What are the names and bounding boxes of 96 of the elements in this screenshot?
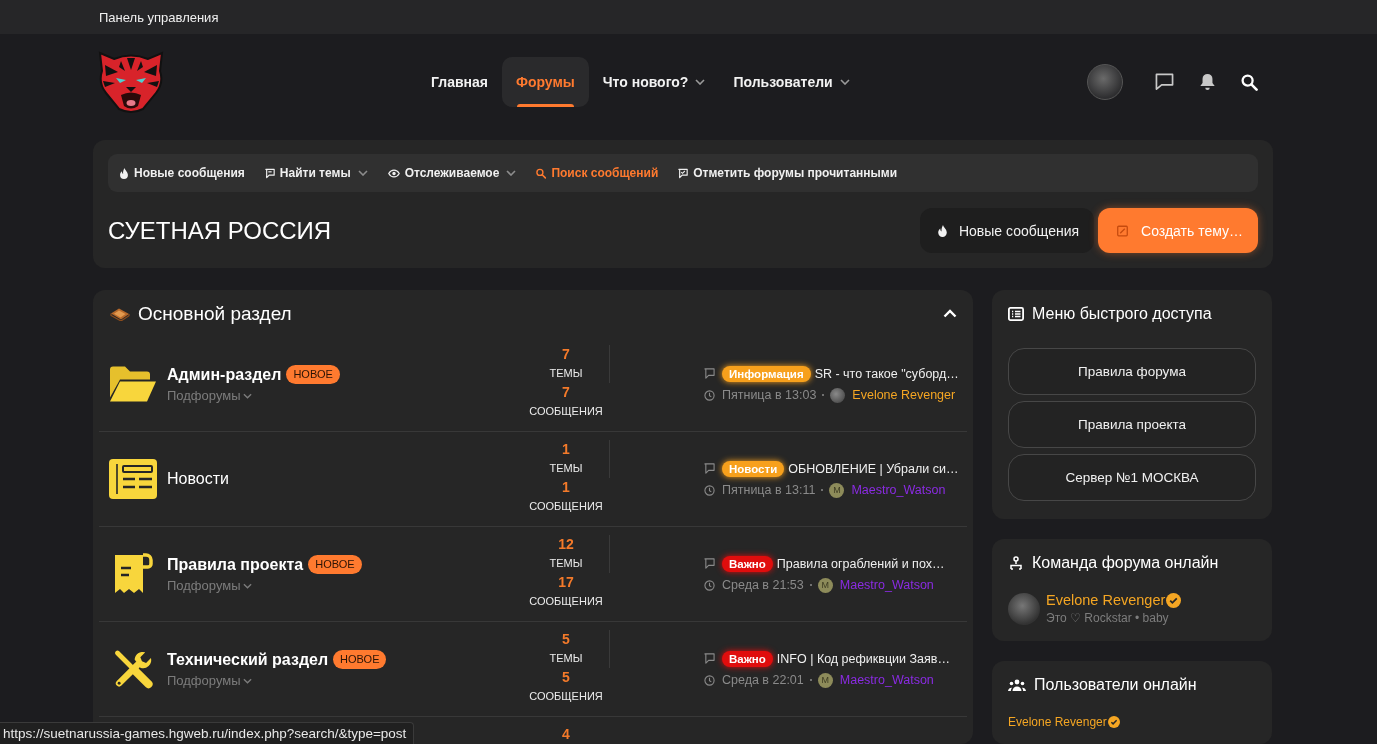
messages-label: СООБЩЕНИЯ bbox=[529, 499, 603, 514]
quick-link-button[interactable]: Сервер №1 МОСКВА bbox=[1008, 454, 1256, 501]
messages-label: СООБЩЕНИЯ bbox=[529, 404, 603, 419]
speech-bubble-icon bbox=[704, 463, 715, 474]
author-link[interactable]: Evelone Revenger bbox=[852, 388, 956, 402]
nav-tab[interactable]: Что нового? bbox=[588, 57, 720, 107]
thread-title-link[interactable]: ОБНОВЛЕНИЕ | Убрали си… bbox=[788, 461, 959, 476]
avatar-photo[interactable] bbox=[1087, 64, 1123, 100]
messages-count: 5 bbox=[562, 668, 570, 687]
clock-icon bbox=[704, 674, 715, 686]
category-title: Основной раздел bbox=[138, 302, 292, 325]
member-name-link[interactable]: Evelone Revenger bbox=[1046, 592, 1166, 608]
chevron-up-icon[interactable] bbox=[943, 309, 957, 318]
caret-icon bbox=[242, 392, 252, 399]
bell-icon[interactable] bbox=[1198, 73, 1217, 91]
status-bar-url: https://suetnarussia-games.hgweb.ru/index.php?search/&type=post bbox=[0, 722, 415, 744]
new-badge: НОВОЕ bbox=[308, 555, 362, 574]
post-date: Среда в 21:53 bbox=[722, 578, 804, 592]
edit-icon bbox=[1117, 224, 1129, 237]
card-title: Пользователи онлайн bbox=[1034, 675, 1197, 694]
avatar-photo[interactable] bbox=[830, 387, 846, 403]
card-title: Команда форума онлайн bbox=[1032, 553, 1219, 572]
toolbar-link[interactable]: Отслеживаемое bbox=[387, 166, 517, 180]
clock-icon bbox=[704, 389, 715, 401]
messages-label: СООБЩЕНИЯ bbox=[529, 689, 603, 704]
messages-count: 17 bbox=[558, 573, 574, 592]
topics-count: 12 bbox=[558, 535, 574, 554]
speech-bubble-icon bbox=[704, 368, 715, 379]
speech-bubble-icon bbox=[264, 167, 275, 179]
subforums-dropdown[interactable]: Подфорумы bbox=[167, 673, 252, 688]
speech-bubble-icon bbox=[704, 558, 715, 569]
messages-count: 7 bbox=[562, 383, 570, 402]
thread-prefix-label: Новости bbox=[722, 460, 785, 477]
new-badge: НОВОЕ bbox=[286, 365, 340, 384]
toolbar-link[interactable]: Отметить форумы прочитанными bbox=[678, 166, 898, 180]
messages-label: СООБЩЕНИЯ bbox=[529, 594, 603, 609]
search-icon[interactable] bbox=[1241, 73, 1258, 91]
topics-count: 5 bbox=[562, 630, 570, 649]
nav-tab[interactable]: Форумы bbox=[501, 57, 589, 107]
thread-title-link[interactable]: Правила ограблений и пох… bbox=[776, 556, 945, 571]
forum-title-link[interactable]: Правила проекта bbox=[167, 555, 304, 574]
clock-icon bbox=[704, 484, 715, 496]
newspaper-icon bbox=[108, 459, 157, 499]
thread-title-link[interactable]: INFO | Код рефиквции Заяв… bbox=[776, 651, 950, 666]
member-name-link[interactable]: Evelone Revenger bbox=[1008, 715, 1107, 729]
topics-count: 7 bbox=[562, 345, 570, 364]
subforums-dropdown[interactable]: Подфорумы bbox=[167, 388, 252, 403]
folder-icon bbox=[108, 364, 157, 404]
eye-icon bbox=[387, 168, 400, 178]
thread-prefix-label: Информация bbox=[722, 365, 811, 382]
topics-count: 1 bbox=[562, 440, 570, 459]
nav-tab[interactable]: Пользователи bbox=[719, 57, 864, 107]
toolbar-link[interactable]: Поиск сообщений bbox=[536, 166, 659, 180]
card-title: Меню быстрого доступа bbox=[1032, 304, 1212, 323]
topics-label: ТЕМЫ bbox=[549, 651, 583, 666]
thread-prefix-label: Важно bbox=[722, 555, 773, 572]
sitemap-icon bbox=[1008, 555, 1024, 570]
flame-icon bbox=[119, 167, 129, 179]
topics-label: ТЕМЫ bbox=[549, 461, 583, 476]
forum-title-link[interactable]: Новости bbox=[167, 470, 229, 488]
speech-bubble-icon bbox=[704, 653, 715, 664]
control-panel-link[interactable]: Панель управления bbox=[99, 10, 219, 25]
toolbar-link[interactable]: Новые сообщения bbox=[119, 166, 245, 180]
messages-count: 1 bbox=[562, 478, 570, 497]
thread-prefix-label: Важно bbox=[722, 650, 773, 667]
tiger-logo[interactable] bbox=[97, 49, 165, 115]
subforums-dropdown[interactable]: Подфорумы bbox=[167, 578, 252, 593]
post-date: Среда в 22:01 bbox=[722, 673, 804, 687]
thread-title-link[interactable]: SR - что такое "суборд… bbox=[814, 366, 959, 381]
list-icon bbox=[1008, 306, 1024, 321]
toolbar-link[interactable]: Найти темы bbox=[264, 166, 368, 180]
post-date: Пятница в 13:11 bbox=[722, 483, 816, 497]
topics-count: 4 bbox=[562, 725, 570, 744]
chat-icon[interactable] bbox=[1155, 73, 1174, 91]
quick-link-button[interactable]: Правила форума bbox=[1008, 348, 1256, 395]
topics-label: ТЕМЫ bbox=[549, 556, 583, 571]
member-status: Это ♡ Rockstar • baby bbox=[1046, 611, 1170, 625]
comment-check-icon bbox=[678, 167, 689, 179]
avatar-photo[interactable] bbox=[1008, 592, 1040, 625]
book-icon bbox=[110, 306, 130, 321]
receipt-icon bbox=[112, 553, 153, 595]
clock-icon bbox=[704, 579, 715, 591]
forum-title-link[interactable]: Технический раздел bbox=[167, 650, 329, 669]
caret-icon bbox=[242, 582, 252, 589]
post-date: Пятница в 13:03 bbox=[722, 388, 817, 402]
topics-label: ТЕМЫ bbox=[549, 366, 583, 381]
users-icon bbox=[1008, 678, 1026, 691]
search-icon bbox=[536, 167, 547, 179]
forum-title-link[interactable]: Админ-раздел bbox=[167, 365, 282, 384]
new-badge: НОВОЕ bbox=[333, 650, 387, 669]
nav-tab[interactable]: Главная bbox=[417, 57, 502, 107]
page-title: СУЕТНАЯ РОССИЯ bbox=[108, 216, 332, 245]
flame-icon bbox=[936, 224, 948, 237]
caret-icon bbox=[242, 677, 252, 684]
new-posts-button[interactable]: Новые сообщения bbox=[919, 208, 1095, 253]
quick-link-button[interactable]: Правила проекта bbox=[1008, 401, 1256, 448]
